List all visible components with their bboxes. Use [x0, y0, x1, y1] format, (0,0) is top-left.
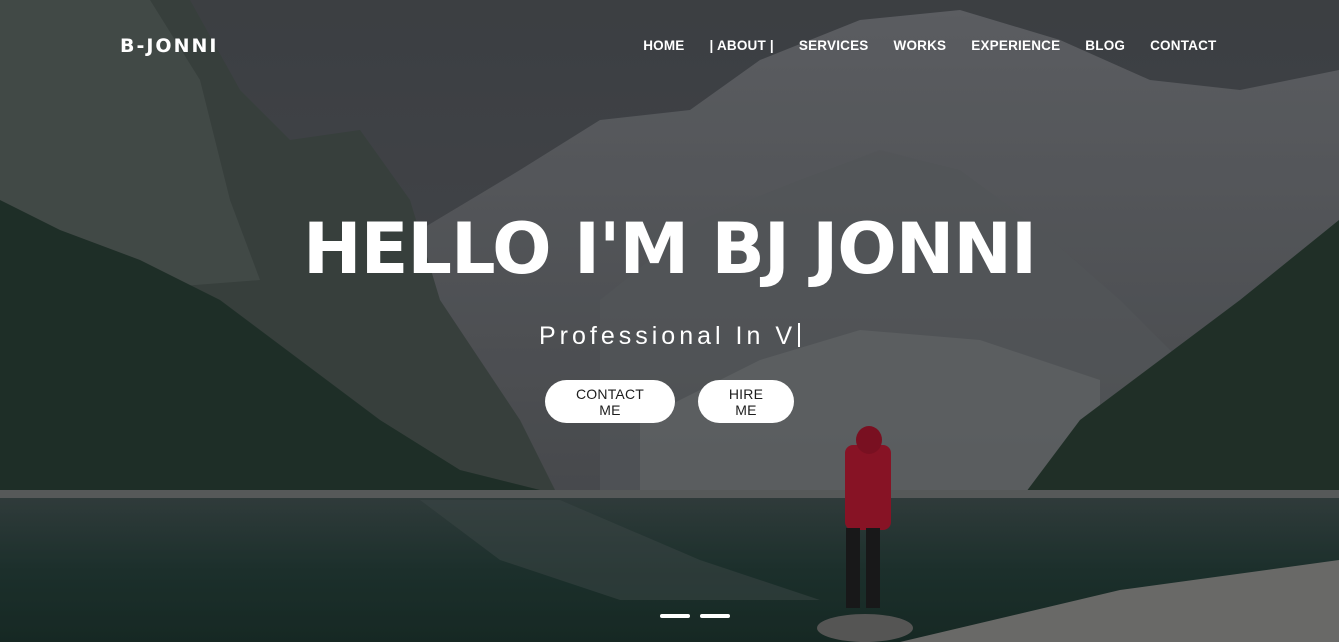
- slider-dot-2[interactable]: [700, 614, 730, 618]
- nav-item-works[interactable]: WORKS: [881, 38, 959, 53]
- slider-pagination: [660, 614, 730, 618]
- site-logo[interactable]: B-JONNI: [120, 35, 218, 57]
- nav-item-contact[interactable]: CONTACT: [1138, 38, 1229, 53]
- nav-item-blog[interactable]: BLOG: [1073, 38, 1138, 53]
- hero-buttons: CONTACT ME HIRE ME: [0, 380, 1339, 423]
- main-nav: HOME | ABOUT | SERVICES WORKS EXPERIENCE…: [631, 38, 1229, 53]
- hero-subtitle: Professional In V: [0, 322, 1339, 351]
- contact-me-button[interactable]: CONTACT ME: [545, 380, 675, 423]
- hero-section: B-JONNI HOME | ABOUT | SERVICES WORKS EX…: [0, 0, 1339, 642]
- slider-dot-1[interactable]: [660, 614, 690, 618]
- nav-item-about[interactable]: | ABOUT |: [697, 38, 786, 53]
- hire-me-button[interactable]: HIRE ME: [698, 380, 794, 423]
- nav-item-experience[interactable]: EXPERIENCE: [959, 38, 1073, 53]
- nav-item-home[interactable]: HOME: [631, 38, 697, 53]
- typed-text: Professional In V: [539, 322, 796, 350]
- typing-cursor: [798, 323, 800, 347]
- nav-item-services[interactable]: SERVICES: [786, 38, 881, 53]
- hero-title: HELLO I'M BJ JONNI: [302, 208, 1037, 290]
- dark-overlay: [0, 0, 1339, 642]
